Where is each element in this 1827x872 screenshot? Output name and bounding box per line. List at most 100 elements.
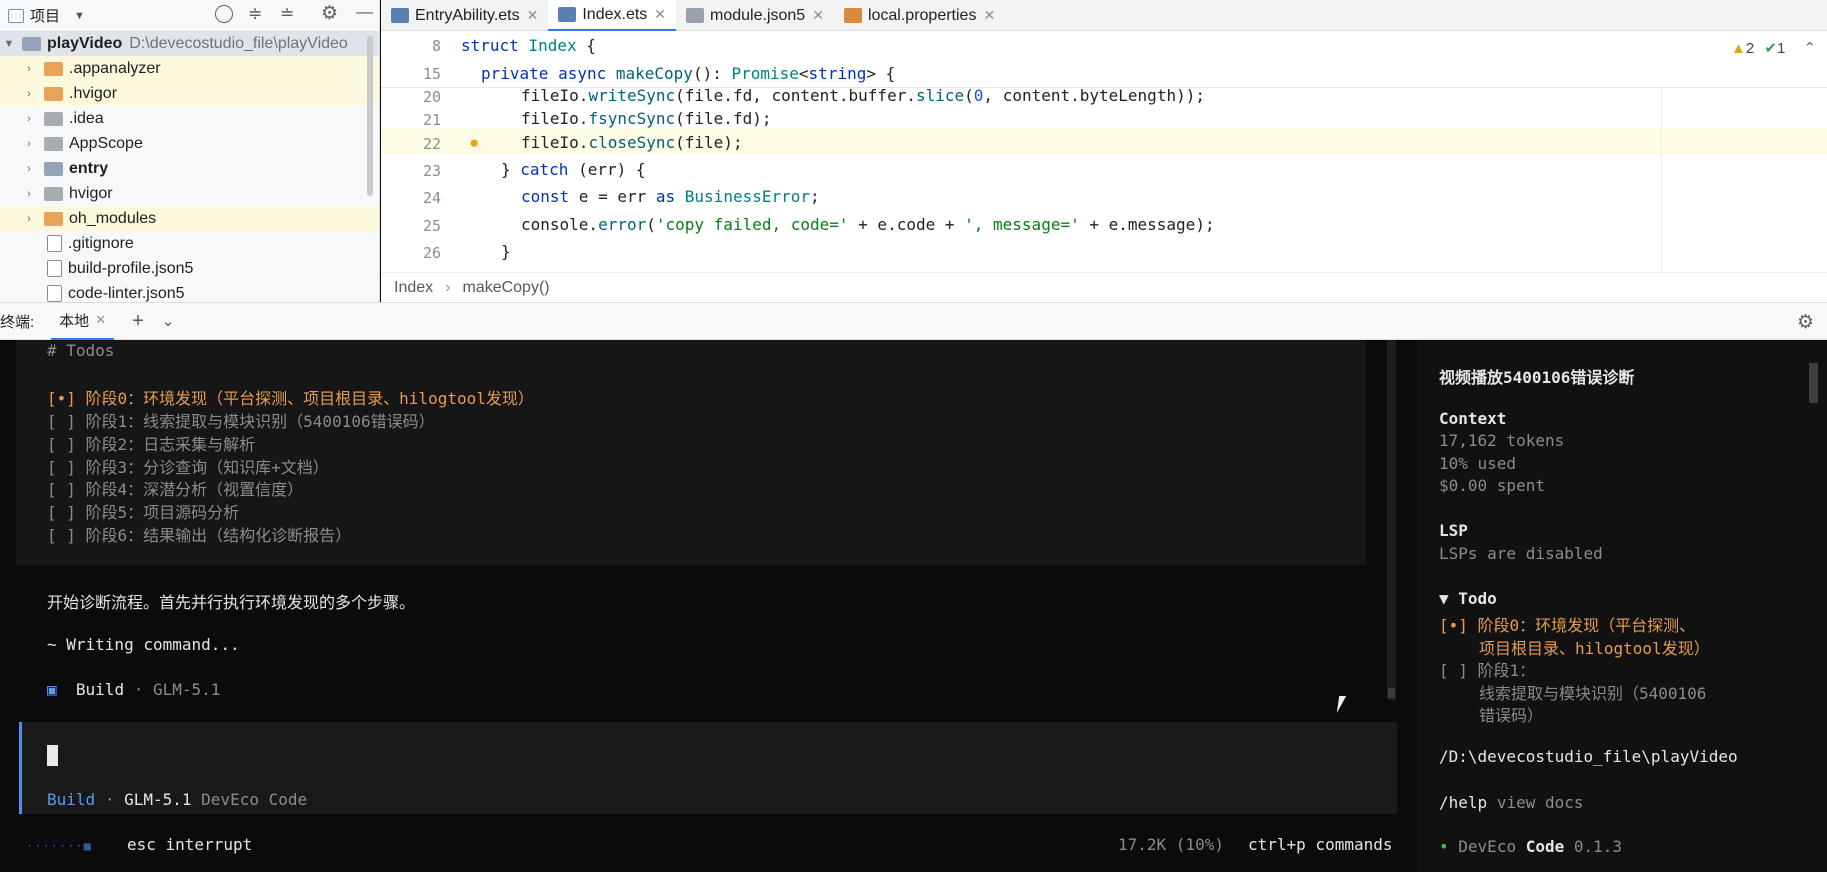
sticky-line-method: private async makeCopy(): Promise<string… [481, 64, 896, 83]
build-line: ▣ Build · GLM-5.1 [47, 680, 221, 699]
context-tokens: 17,162 tokens [1439, 431, 1565, 450]
assistant-message: 开始诊断流程。首先并行执行环境发现的多个步骤。 [47, 593, 416, 612]
config-file-icon [47, 260, 62, 277]
chevron-down-icon[interactable]: ▼ [74, 10, 85, 22]
project-panel-header: 项目 ▼ ≑ ≐ ⚙ — [0, 0, 379, 31]
breadcrumb-item[interactable]: Index [394, 279, 433, 297]
session-sidebar: 视频播放5400106错误诊断 Context 17,162 tokens 10… [1417, 340, 1827, 872]
gear-icon[interactable]: ⚙ [321, 2, 338, 25]
todo-item: [ ] 阶段2：日志采集与解析 [47, 435, 256, 454]
close-icon[interactable]: ✕ [527, 7, 539, 24]
tab-index[interactable]: Index.ets ✕ [548, 0, 677, 31]
tab-terminal-local[interactable]: 本地 ✕ [51, 303, 115, 340]
folder-icon [44, 211, 63, 226]
writing-status: ~ Writing command... [47, 635, 240, 654]
context-label: Context [1439, 409, 1507, 428]
tree-item[interactable]: .gitignore [0, 231, 379, 256]
check-count: 1 [1776, 40, 1786, 57]
expand-all-icon[interactable]: ≑ [248, 4, 262, 24]
tree-item-label: AppScope [69, 134, 143, 152]
tree-item[interactable]: › .appanalyzer [0, 56, 379, 81]
ets-file-icon [391, 8, 409, 23]
todo-item: [ ] 阶段1：线索提取与模块识别（5400106错误码） [47, 412, 435, 431]
locate-icon[interactable] [215, 5, 233, 23]
tab-entryability[interactable]: EntryAbility.ets ✕ [381, 0, 548, 31]
folder-icon [44, 86, 63, 101]
tree-item-label: .appanalyzer [69, 59, 161, 77]
terminal-label: 终端: [0, 313, 35, 331]
gear-icon[interactable]: ⚙ [1797, 311, 1814, 334]
help-hint: /help view docs [1439, 793, 1584, 812]
tree-item[interactable]: › hvigor [0, 181, 379, 206]
collapse-all-icon[interactable]: ≐ [280, 4, 294, 24]
progress-dots: ·······■ [26, 839, 92, 853]
sticky-line-struct: struct Index { [461, 36, 596, 55]
tree-item-label: oh_modules [69, 209, 157, 227]
code-line: } [501, 242, 511, 261]
close-icon[interactable]: ✕ [95, 312, 106, 328]
tree-item-label: .idea [69, 109, 104, 127]
sidebar-scrollbar[interactable] [1809, 363, 1818, 403]
help-command[interactable]: /help [1439, 793, 1487, 812]
project-scrollbar[interactable] [367, 36, 373, 196]
tree-item-root[interactable]: ▼ playVideo D:\devecostudio_file\playVid… [0, 31, 379, 56]
breadcrumb: Index › makeCopy() [381, 272, 1827, 302]
close-icon[interactable]: ✕ [812, 7, 824, 24]
code-editor[interactable]: 8 struct Index { 15 private async makeCo… [381, 31, 1827, 272]
sidebar-todo-active-cont: 项目根目录、hilogtool发现） [1479, 639, 1710, 658]
tree-item[interactable]: build-profile.json5 [0, 256, 379, 281]
warning-icon: ▲ [1731, 40, 1746, 57]
terminal-scrollbar[interactable] [1387, 340, 1396, 700]
terminal-tab-label: 本地 [59, 312, 90, 330]
todo-toggle[interactable]: ▼ Todo [1439, 589, 1497, 608]
chevron-down-icon[interactable]: ⌄ [162, 312, 175, 330]
inspection-widget[interactable]: ▲2 ✔1 ⌃ [1731, 39, 1816, 57]
minimize-icon[interactable]: — [356, 2, 373, 22]
tree-item-label: build-profile.json5 [68, 259, 194, 277]
status-tokens: 17.2K (10%) [1118, 835, 1224, 854]
terminal-tab-bar: 终端: 本地 ✕ + ⌄ ⚙ [0, 302, 1827, 340]
tab-label: module.json5 [710, 6, 806, 24]
working-directory: /D:\devecostudio_file\playVideo [1439, 747, 1738, 766]
todo-item: [ ] 阶段5：项目源码分析 [47, 503, 240, 522]
warning-count: 2 [1745, 40, 1755, 57]
chevron-up-icon[interactable]: ⌃ [1803, 40, 1816, 57]
project-panel-title[interactable]: 项目 [30, 5, 60, 26]
version-line: • DevEco Code 0.1.3 [1439, 837, 1623, 856]
tree-item[interactable]: › entry [0, 156, 379, 181]
sidebar-todo-cont: 线索提取与模块识别（5400106 [1479, 684, 1707, 703]
line-number: 22 [422, 135, 441, 153]
context-used: 10% used [1439, 454, 1517, 473]
lsp-status: LSPs are disabled [1439, 544, 1603, 563]
prompt-input[interactable]: Build · GLM-5.1 DevEco Code [19, 722, 1397, 814]
tab-local-properties[interactable]: local.properties ✕ [834, 0, 1005, 31]
line-number: 21 [422, 111, 441, 129]
session-title: 视频播放5400106错误诊断 [1439, 368, 1635, 387]
tree-item-label: entry [69, 159, 109, 177]
terminal[interactable]: # Todos [•] 阶段0：环境发现（平台探测、项目根目录、hilogtoo… [0, 340, 1827, 872]
tree-item[interactable]: › .idea [0, 106, 379, 131]
tab-label: local.properties [867, 6, 977, 24]
close-icon[interactable]: ✕ [983, 7, 995, 24]
breadcrumb-item[interactable]: makeCopy() [462, 279, 549, 297]
folder-icon [44, 111, 63, 126]
tree-item-label: .hvigor [69, 84, 118, 102]
config-file-icon [47, 285, 62, 302]
line-number: 24 [422, 189, 441, 207]
tree-item-label: hvigor [69, 184, 113, 202]
tree-item[interactable]: › AppScope [0, 131, 379, 156]
tree-item[interactable]: › oh_modules [0, 206, 379, 231]
properties-file-icon [843, 8, 862, 23]
lightbulb-icon[interactable]: ● [469, 134, 483, 152]
chevron-right-icon: › [445, 278, 451, 296]
close-icon[interactable]: ✕ [654, 6, 666, 23]
line-number: 8 [431, 37, 441, 55]
tab-label: EntryAbility.ets [415, 6, 520, 24]
tab-module-json5[interactable]: module.json5 ✕ [676, 0, 834, 31]
todo-item: [ ] 阶段3：分诊查询（知识库+文档） [47, 458, 329, 477]
todo-item-active: [•] 阶段0：环境发现（平台探测、项目根目录、hilogtool发现） [47, 389, 534, 408]
tree-item[interactable]: › .hvigor [0, 81, 379, 106]
tree-item[interactable]: code-linter.json5 [0, 281, 379, 302]
folder-icon [44, 186, 63, 201]
add-icon[interactable]: + [132, 310, 144, 333]
